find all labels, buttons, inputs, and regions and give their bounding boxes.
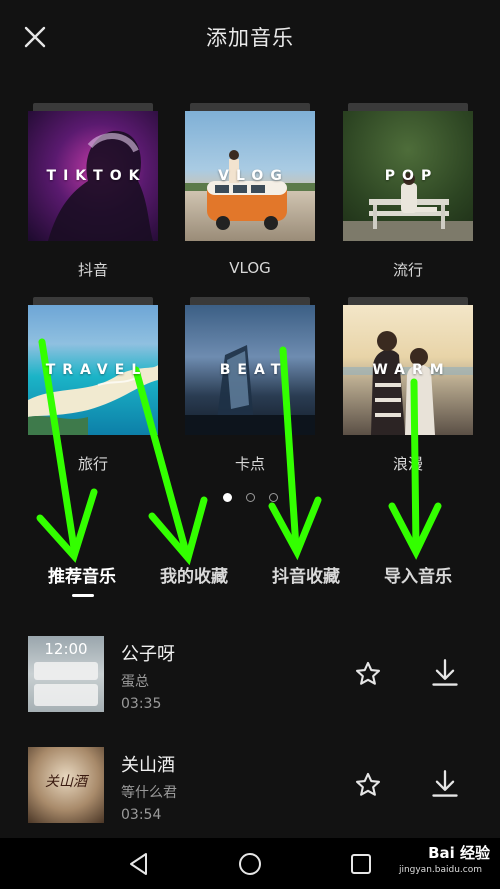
recents-icon[interactable]	[348, 851, 374, 877]
download-button[interactable]	[431, 658, 459, 688]
home-icon[interactable]	[237, 851, 263, 877]
tab-recommended[interactable]: 推荐音乐	[26, 562, 138, 587]
arrow-head	[268, 496, 322, 561]
list-item[interactable]: 关山酒 关山酒 等什么君 03:54	[0, 747, 500, 827]
category-overlay-text: VLOG	[218, 168, 289, 184]
cover-text: 关山酒	[45, 774, 87, 790]
category-overlay-text: TRAVEL	[45, 362, 148, 378]
song-cover: 关山酒	[28, 747, 104, 823]
pager-dot[interactable]	[222, 493, 232, 502]
favorite-button[interactable]	[354, 660, 382, 688]
list-item[interactable]: 12:00 公子呀 蛋总 03:35	[0, 636, 500, 716]
back-icon[interactable]	[126, 851, 152, 877]
download-button[interactable]	[431, 769, 459, 799]
category-label: 卡点	[234, 455, 265, 473]
pager-dots	[0, 493, 500, 502]
category-label: 旅行	[77, 455, 108, 473]
favorite-button[interactable]	[354, 771, 382, 799]
category-label: 流行	[392, 261, 423, 279]
category-overlay-text: TIKTOK	[46, 168, 147, 184]
cover-text: 12:00	[44, 640, 88, 658]
category-label: VLOG	[229, 259, 271, 277]
tab-douyin-favorites[interactable]: 抖音收藏	[250, 562, 362, 587]
download-icon	[432, 770, 458, 797]
system-nav-bar	[0, 838, 500, 889]
category-cover: POP	[343, 111, 473, 241]
category-label: 抖音	[77, 261, 108, 279]
header: 添加音乐	[0, 0, 500, 72]
watermark-logo: Bai 经验	[428, 844, 490, 862]
star-icon	[355, 772, 381, 796]
arrow-head	[148, 496, 208, 566]
category-cover: WARM	[343, 305, 473, 435]
category-cover: BEAT	[185, 305, 315, 435]
tab-import[interactable]: 导入音乐	[362, 562, 474, 587]
download-icon	[432, 659, 458, 686]
category-overlay-text: POP	[384, 168, 439, 184]
music-tabs: 推荐音乐 我的收藏 抖音收藏 导入音乐	[0, 562, 500, 602]
category-cover: TIKTOK	[28, 111, 158, 241]
page-title: 添加音乐	[206, 26, 294, 50]
watermark-url: jingyan.baidu.com	[398, 865, 482, 875]
song-cover: 12:00	[28, 636, 104, 712]
tab-favorites[interactable]: 我的收藏	[138, 562, 250, 587]
song-title: 关山酒	[121, 755, 175, 776]
active-tab-indicator	[72, 594, 94, 597]
pager-dot[interactable]	[268, 493, 278, 502]
song-artist: 蛋总	[121, 674, 149, 690]
category-cover: TRAVEL	[28, 305, 158, 435]
arrow-head	[388, 502, 442, 560]
pager-dot[interactable]	[245, 493, 255, 502]
song-duration: 03:54	[121, 807, 162, 823]
category-overlay-text: WARM	[372, 362, 451, 378]
category-label: 浪漫	[392, 455, 423, 473]
star-icon	[355, 661, 381, 685]
category-cover: VLOG	[185, 111, 315, 241]
category-overlay-text: BEAT	[219, 362, 288, 378]
song-duration: 03:35	[121, 696, 162, 712]
song-title: 公子呀	[121, 644, 175, 665]
song-artist: 等什么君	[121, 785, 177, 801]
